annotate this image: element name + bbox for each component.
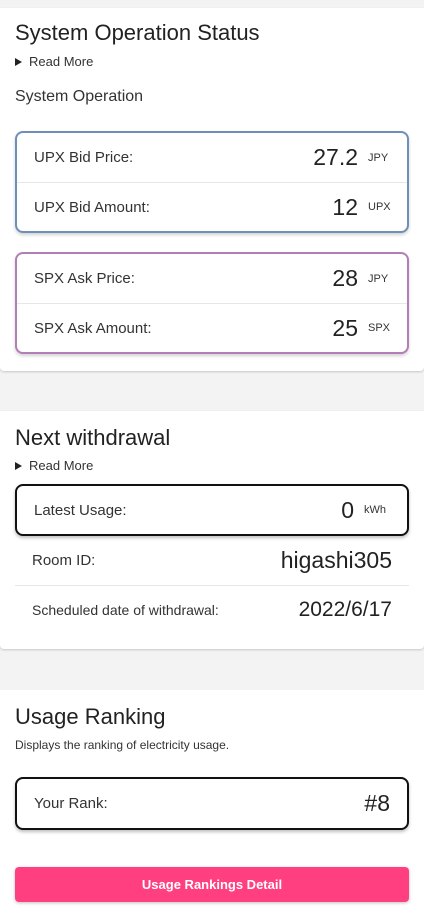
spx-ask-amount-unit: SPX: [368, 322, 391, 334]
latest-usage-row: Latest Usage: 0 kWh: [17, 486, 407, 534]
next-withdrawal-title: Next withdrawal: [15, 425, 171, 450]
spx-ask-amount-value: 25: [332, 314, 358, 341]
room-id-value: higashi305: [280, 547, 392, 573]
upx-bid-amount-row: UPX Bid Amount: 12 UPX: [17, 182, 407, 231]
upx-bid-price-unit: JPY: [368, 151, 389, 164]
latest-usage-label: Latest Usage:: [34, 501, 127, 519]
triangle-right-icon: [15, 461, 22, 470]
read-more-label: Read More: [29, 54, 94, 69]
spx-ask-box: SPX Ask Price: 28 JPY SPX Ask Amount: 25…: [15, 252, 409, 354]
upx-bid-price-value: 27.2: [313, 144, 358, 170]
usage-ranking-title: Usage Ranking: [15, 704, 166, 729]
scheduled-withdrawal-value: 2022/6/17: [298, 598, 392, 621]
withdrawal-read-more-toggle[interactable]: Read More: [15, 458, 93, 473]
spx-ask-price-value: 28: [332, 265, 358, 291]
spx-ask-amount-label: SPX Ask Amount:: [34, 319, 152, 337]
upx-bid-amount-unit: UPX: [368, 201, 391, 213]
your-rank-value: #8: [364, 790, 390, 816]
upx-bid-price-label: UPX Bid Price:: [34, 149, 134, 166]
upx-bid-amount-label: UPX Bid Amount:: [34, 198, 150, 216]
system-operation-subhead: System Operation: [15, 88, 144, 105]
upx-bid-price-row: UPX Bid Price: 27.2 JPY: [17, 133, 407, 182]
latest-usage-box: Latest Usage: 0 kWh: [15, 484, 409, 536]
next-withdrawal-card: Next withdrawal Read More Latest Usage: …: [0, 411, 424, 649]
room-id-label: Room ID:: [32, 552, 96, 569]
your-rank-row: Your Rank: #8: [17, 779, 407, 828]
spx-ask-price-label: SPX Ask Price:: [34, 270, 135, 287]
system-read-more-toggle[interactable]: Read More: [15, 54, 93, 69]
spx-ask-price-unit: JPY: [368, 272, 389, 285]
latest-usage-unit: kWh: [364, 504, 386, 516]
room-id-row: Room ID: higashi305: [15, 536, 409, 585]
latest-usage-value: 0: [341, 496, 354, 523]
your-rank-label: Your Rank:: [34, 795, 108, 812]
scheduled-withdrawal-label: Scheduled date of withdrawal:: [32, 602, 219, 618]
system-operation-title: System Operation Status: [15, 20, 260, 45]
spx-ask-amount-row: SPX Ask Amount: 25 SPX: [17, 303, 407, 352]
read-more-label: Read More: [29, 458, 94, 473]
usage-rankings-detail-button[interactable]: Usage Rankings Detail: [15, 867, 409, 902]
upx-bid-amount-value: 12: [332, 193, 358, 220]
system-operation-card: System Operation Status Read More System…: [0, 8, 424, 371]
spx-ask-price-row: SPX Ask Price: 28 JPY: [17, 254, 407, 303]
upx-bid-box: UPX Bid Price: 27.2 JPY UPX Bid Amount: …: [15, 131, 409, 233]
usage-ranking-description: Displays the ranking of electricity usag…: [15, 738, 230, 752]
scheduled-withdrawal-row: Scheduled date of withdrawal: 2022/6/17: [15, 585, 409, 634]
your-rank-box: Your Rank: #8: [15, 777, 409, 830]
usage-ranking-card: Usage Ranking Displays the ranking of el…: [0, 690, 424, 911]
triangle-right-icon: [15, 57, 22, 66]
